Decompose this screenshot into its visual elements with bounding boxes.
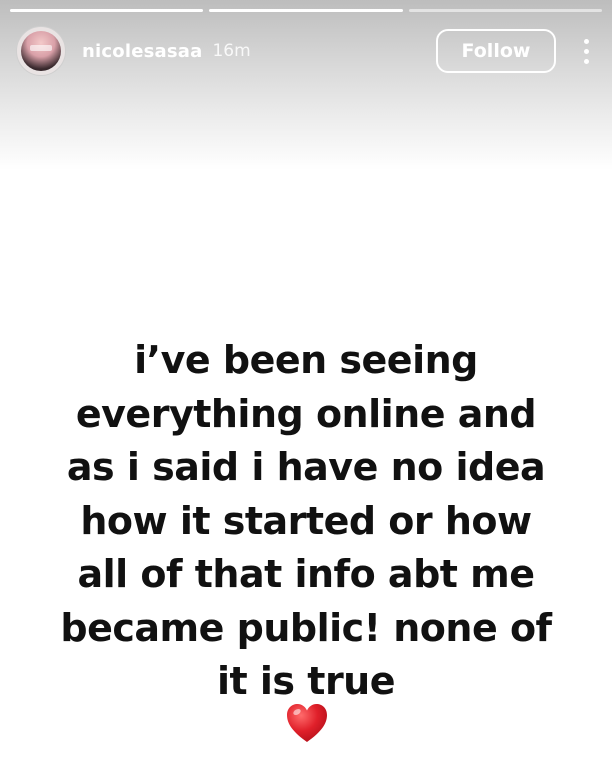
avatar-image (21, 31, 61, 71)
more-dot (583, 58, 589, 64)
post-time: 16m (212, 41, 251, 61)
progress-fill-2 (209, 9, 403, 12)
red-heart-icon (287, 704, 327, 742)
top-gradient-overlay (0, 0, 612, 170)
story-text: i’ve been seeing everything online and a… (60, 338, 552, 703)
progress-segment-1 (10, 9, 204, 12)
avatar[interactable] (16, 26, 66, 76)
progress-segment-2 (209, 9, 403, 12)
story-header: nicolesasaa 16m Follow (16, 26, 600, 76)
progress-segment-3 (408, 9, 602, 12)
story-viewer[interactable]: nicolesasaa 16m Follow i’ve been seeing … (0, 0, 612, 778)
progress-fill-1 (10, 9, 204, 12)
username[interactable]: nicolesasaa (82, 41, 202, 62)
story-progress (10, 9, 602, 12)
follow-button[interactable]: Follow (436, 29, 556, 73)
more-dot (583, 38, 589, 44)
more-options-icon[interactable] (576, 31, 596, 71)
more-dot (583, 48, 589, 54)
